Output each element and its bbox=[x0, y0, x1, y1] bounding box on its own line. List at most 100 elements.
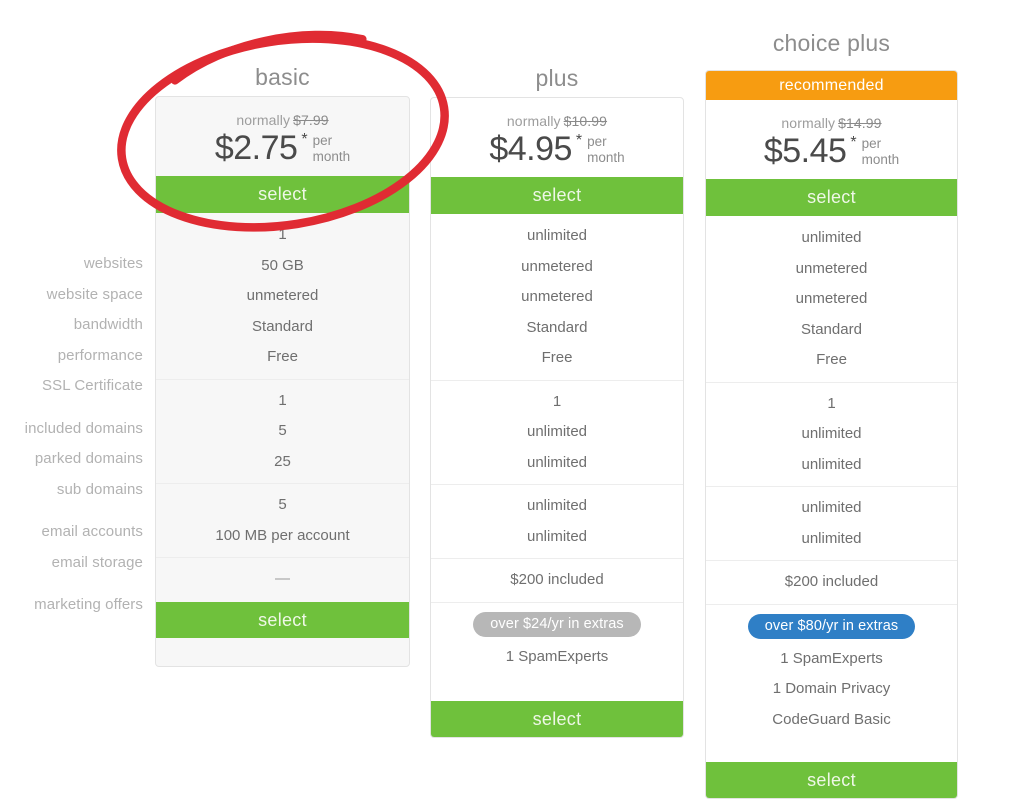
price-line-plus: $4.95 * per month bbox=[431, 131, 683, 167]
feature-label-sub-domains: sub domains bbox=[56, 480, 143, 498]
feature-group-email: unlimited unlimited bbox=[431, 484, 683, 558]
value-parked-domains: unlimited bbox=[801, 425, 862, 442]
select-button-choice-plus-top[interactable]: select bbox=[706, 179, 957, 216]
price-period-basic: per month bbox=[313, 133, 351, 165]
value-website-space: unmetered bbox=[795, 259, 868, 277]
value-bandwidth: unmetered bbox=[795, 290, 868, 307]
plan-card-plus[interactable]: normally $10.99 $4.95 * per month select … bbox=[430, 97, 684, 738]
price-amount-plus: $4.95 bbox=[489, 130, 572, 168]
value-websites: unlimited bbox=[801, 229, 862, 246]
value-email-storage: unlimited bbox=[801, 529, 862, 547]
price-period-plus: per month bbox=[587, 134, 625, 166]
feature-label-bandwidth: bandwidth bbox=[73, 316, 143, 333]
value-sub-domains: unlimited bbox=[801, 455, 862, 473]
feature-group-hosting: unlimited unmetered unmetered Standard F… bbox=[706, 216, 957, 382]
value-ssl-certificate: Free bbox=[541, 349, 573, 366]
feature-label-marketing-offers: marketing offers bbox=[34, 596, 143, 613]
value-bandwidth: unmetered bbox=[246, 287, 319, 304]
feature-label-websites: websites bbox=[83, 255, 143, 272]
feature-label-included-domains: included domains bbox=[24, 419, 143, 437]
feature-group-marketing: $200 included bbox=[706, 560, 957, 604]
extras-badge-choice-plus: over $80/yr in extras bbox=[747, 613, 916, 639]
normally-price-basic: normally $7.99 bbox=[156, 112, 409, 128]
extra-item: 1 SpamExperts bbox=[780, 649, 883, 667]
strikethrough-price: $10.99 bbox=[563, 113, 608, 129]
select-button-basic-top[interactable]: select bbox=[156, 176, 409, 213]
feature-group-email: 5 100 MB per account bbox=[156, 483, 409, 557]
price-line-choice-plus: $5.45 * per month bbox=[706, 133, 957, 169]
extras-pill-wrap-choice-plus: over $80/yr in extras bbox=[706, 611, 957, 644]
value-website-space: unmetered bbox=[521, 257, 593, 275]
extra-item: CodeGuard Basic bbox=[772, 710, 891, 728]
value-included-domains: 1 bbox=[278, 391, 287, 409]
value-websites: unlimited bbox=[526, 227, 588, 244]
plan-card-basic[interactable]: normally $7.99 $2.75 * per month select 1… bbox=[155, 96, 410, 667]
value-email-storage: unlimited bbox=[526, 527, 588, 545]
feature-group-extras: over $80/yr in extras 1 SpamExperts 1 Do… bbox=[706, 603, 957, 742]
value-email-accounts: unlimited bbox=[801, 499, 862, 516]
feature-label-email-storage: email storage bbox=[51, 553, 143, 571]
select-button-plus-bottom[interactable]: select bbox=[431, 701, 683, 737]
feature-label-column: websites website space bandwidth perform… bbox=[0, 249, 152, 621]
feature-values-plus: unlimited unmetered unmetered Standard F… bbox=[431, 214, 683, 678]
price-asterisk: * bbox=[575, 132, 583, 149]
price-period-choice-plus: per month bbox=[862, 136, 900, 168]
value-marketing-offers: $200 included bbox=[510, 571, 604, 588]
feature-group-marketing: $200 included bbox=[431, 558, 683, 602]
extras-badge-plus: over $24/yr in extras bbox=[473, 611, 641, 637]
value-email-storage: 100 MB per account bbox=[215, 526, 350, 544]
feature-label-parked-domains: parked domains bbox=[34, 450, 143, 467]
period-month: month bbox=[861, 152, 900, 167]
price-amount-basic: $2.75 bbox=[214, 129, 298, 167]
plan-title-basic: basic bbox=[255, 64, 310, 90]
value-performance: Standard bbox=[252, 317, 313, 335]
label-group-gap bbox=[0, 505, 152, 517]
price-box-choice-plus: normally $14.99 $5.45 * per month bbox=[706, 100, 957, 179]
recommended-banner: recommended bbox=[706, 71, 957, 100]
value-performance: Standard bbox=[801, 320, 862, 338]
feature-group-hosting: 1 50 GB unmetered Standard Free bbox=[156, 213, 409, 379]
feature-label-performance: performance bbox=[57, 346, 143, 364]
normally-price-choice-plus: normally $14.99 bbox=[706, 115, 957, 131]
normally-prefix: normally bbox=[506, 113, 561, 129]
price-amount-choice-plus: $5.45 bbox=[763, 132, 847, 170]
extras-pill-wrap-plus: over $24/yr in extras bbox=[431, 609, 683, 642]
feature-group-email: unlimited unlimited bbox=[706, 486, 957, 560]
feature-group-domains: 1 unlimited unlimited bbox=[706, 381, 957, 487]
select-button-basic-bottom[interactable]: select bbox=[156, 601, 409, 638]
value-email-accounts: unlimited bbox=[526, 497, 588, 514]
extra-item: 1 Domain Privacy bbox=[772, 680, 891, 697]
period-per: per bbox=[312, 133, 333, 148]
value-performance: Standard bbox=[526, 318, 588, 336]
value-marketing-offers: $200 included bbox=[784, 573, 879, 590]
select-button-choice-plus-bottom[interactable]: select bbox=[706, 762, 957, 798]
feature-values-choice-plus: unlimited unmetered unmetered Standard F… bbox=[706, 216, 957, 741]
value-email-accounts: 5 bbox=[278, 496, 287, 513]
extra-item: 1 SpamExperts bbox=[505, 647, 609, 665]
period-month: month bbox=[587, 150, 625, 165]
plan-card-choice-plus[interactable]: recommended normally $14.99 $5.45 * per m… bbox=[705, 70, 958, 799]
select-button-plus-top[interactable]: select bbox=[431, 177, 683, 214]
normally-price-plus: normally $10.99 bbox=[431, 113, 683, 129]
price-box-plus: normally $10.99 $4.95 * per month bbox=[431, 98, 683, 177]
strikethrough-price: $14.99 bbox=[838, 115, 882, 131]
price-line-basic: $2.75 * per month bbox=[156, 130, 409, 166]
value-parked-domains: unlimited bbox=[526, 423, 588, 440]
price-asterisk: * bbox=[850, 134, 857, 151]
pricing-table: websites website space bandwidth perform… bbox=[0, 0, 1024, 799]
value-ssl-certificate: Free bbox=[816, 351, 847, 368]
value-included-domains: 1 bbox=[827, 394, 836, 412]
value-included-domains: 1 bbox=[552, 392, 562, 410]
value-websites: 1 bbox=[278, 226, 287, 243]
normally-prefix: normally bbox=[781, 115, 836, 131]
plan-title-choice-plus: choice plus bbox=[772, 30, 891, 56]
value-sub-domains: unlimited bbox=[526, 453, 588, 471]
feature-group-domains: 1 unlimited unlimited bbox=[431, 379, 683, 485]
label-group-gap bbox=[0, 578, 152, 590]
value-marketing-offers: — bbox=[275, 570, 290, 587]
strikethrough-price: $7.99 bbox=[293, 112, 329, 128]
feature-values-basic: 1 50 GB unmetered Standard Free 1 5 25 5… bbox=[156, 213, 409, 602]
value-ssl-certificate: Free bbox=[267, 348, 298, 365]
feature-label-website-space: website space bbox=[46, 285, 143, 303]
feature-label-ssl-certificate: SSL Certificate bbox=[42, 377, 143, 394]
